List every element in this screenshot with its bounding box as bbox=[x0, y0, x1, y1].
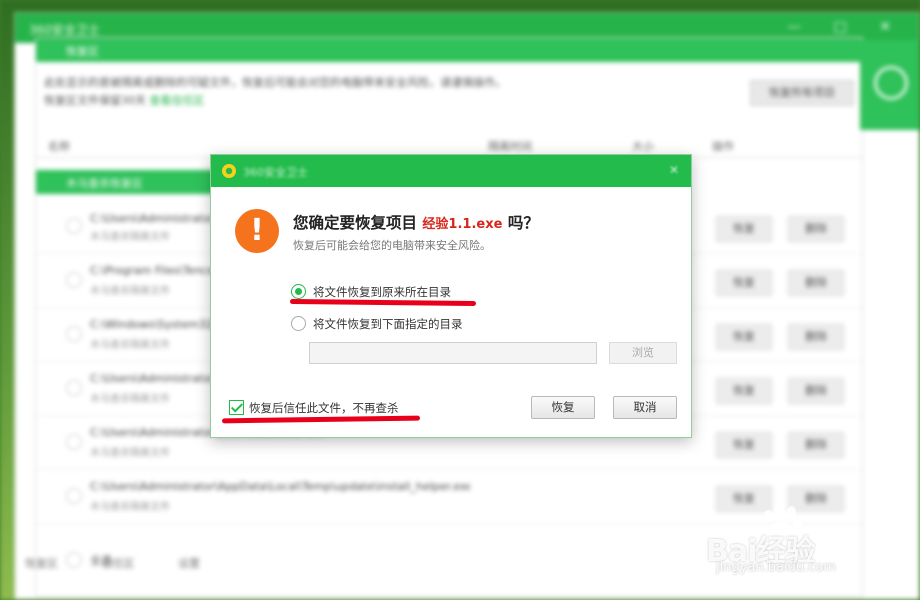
baidu-watermark: Bai经验 jingyan.baidu.com bbox=[706, 500, 906, 596]
question-prefix: 您确定要恢复项目 bbox=[293, 214, 418, 232]
column-size: 大小 bbox=[632, 140, 654, 153]
360-logo-icon bbox=[222, 164, 236, 178]
target-path-field[interactable] bbox=[309, 342, 597, 364]
trojan-restore-tab[interactable]: 木马查杀恢复区 bbox=[36, 170, 216, 194]
dialog-titlebar: 360安全卫士 ✕ bbox=[211, 155, 691, 187]
bottom-links: 恢复区 信任区 设置 bbox=[25, 555, 240, 571]
restore-all-button[interactable]: 恢复所有项目 bbox=[750, 80, 854, 106]
side-panel bbox=[860, 40, 920, 130]
row-restore-button[interactable]: 恢复 bbox=[716, 378, 772, 404]
trust-label: 恢复后信任此文件，不再查杀 bbox=[249, 401, 399, 415]
row-radio[interactable] bbox=[66, 488, 82, 504]
trust-checkbox[interactable] bbox=[229, 400, 244, 415]
cancel-button[interactable]: 取消 bbox=[613, 396, 677, 419]
bottom-link[interactable]: 恢复区 bbox=[25, 557, 58, 570]
file-name: 经验1.1.exe bbox=[422, 217, 503, 232]
description-line-2: 恢复区文件保留30天 bbox=[44, 94, 146, 107]
settings-icon[interactable] bbox=[874, 66, 908, 100]
radio-custom[interactable] bbox=[291, 316, 306, 331]
restore-confirm-dialog: 360安全卫士 ✕ ! 您确定要恢复项目 经验1.1.exe 吗？ 恢复后可能会… bbox=[210, 154, 692, 438]
restore-button[interactable]: 恢复 bbox=[531, 396, 595, 419]
row-radio[interactable] bbox=[66, 434, 82, 450]
row-delete-button[interactable]: 删除 bbox=[788, 324, 844, 350]
restore-area-description: 此处显示的是被隔离或删除的可疑文件，恢复后可能会对您的电脑带来安全风险，请谨慎操… bbox=[44, 74, 684, 110]
column-name: 名称 bbox=[48, 140, 70, 153]
main-window-title: 360安全卫士 bbox=[29, 23, 100, 37]
row-restore-button[interactable]: 恢复 bbox=[716, 270, 772, 296]
trust-area-link[interactable]: 查看信任区 bbox=[150, 94, 205, 107]
confirm-question: 您确定要恢复项目 经验1.1.exe 吗？ bbox=[293, 211, 539, 233]
tab-label: 木马查杀恢复区 bbox=[66, 177, 143, 190]
risk-warning: 恢复后可能会给您的电脑带来安全风险。 bbox=[293, 239, 491, 252]
browse-button[interactable]: 浏览 bbox=[609, 342, 677, 364]
close-icon[interactable]: ✕ bbox=[669, 162, 681, 178]
restore-area-title: 恢复区 bbox=[66, 45, 99, 58]
dialog-title: 360安全卫士 bbox=[243, 166, 308, 179]
column-action: 操作 bbox=[712, 140, 734, 153]
row-radio[interactable] bbox=[66, 218, 82, 234]
question-suffix: 吗？ bbox=[507, 214, 539, 232]
row-radio[interactable] bbox=[66, 272, 82, 288]
exclamation-icon: ! bbox=[235, 209, 279, 253]
option-custom-label: 将文件恢复到下面指定的目录 bbox=[313, 317, 463, 331]
row-delete-button[interactable]: 删除 bbox=[788, 432, 844, 458]
bottom-link[interactable]: 信任区 bbox=[102, 557, 135, 570]
row-radio[interactable] bbox=[66, 326, 82, 342]
bottom-link[interactable]: 设置 bbox=[178, 557, 200, 570]
radio-original[interactable] bbox=[291, 284, 306, 299]
row-delete-button[interactable]: 删除 bbox=[788, 216, 844, 242]
row-delete-button[interactable]: 删除 bbox=[788, 270, 844, 296]
row-restore-button[interactable]: 恢复 bbox=[716, 216, 772, 242]
restore-area-titlebar: 恢复区 bbox=[36, 38, 862, 62]
option-original-label: 将文件恢复到原来所在目录 bbox=[313, 285, 451, 299]
row-subtext: 木马查杀隔离文件 bbox=[90, 448, 170, 459]
row-subtext: 木马查杀隔离文件 bbox=[90, 502, 170, 513]
row-restore-button[interactable]: 恢复 bbox=[716, 324, 772, 350]
row-radio[interactable] bbox=[66, 380, 82, 396]
window-controls[interactable]: — □ ✕ bbox=[787, 19, 905, 35]
row-restore-button[interactable]: 恢复 bbox=[716, 432, 772, 458]
watermark-url: jingyan.baidu.com bbox=[716, 560, 836, 575]
row-delete-button[interactable]: 删除 bbox=[788, 378, 844, 404]
row-name: C:\Users\Administrator\AppData\Local\Tem… bbox=[90, 480, 470, 493]
column-time: 隔离时间 bbox=[488, 140, 532, 153]
description-line-1: 此处显示的是被隔离或删除的可疑文件，恢复后可能会对您的电脑带来安全风险，请谨慎操… bbox=[44, 76, 506, 89]
